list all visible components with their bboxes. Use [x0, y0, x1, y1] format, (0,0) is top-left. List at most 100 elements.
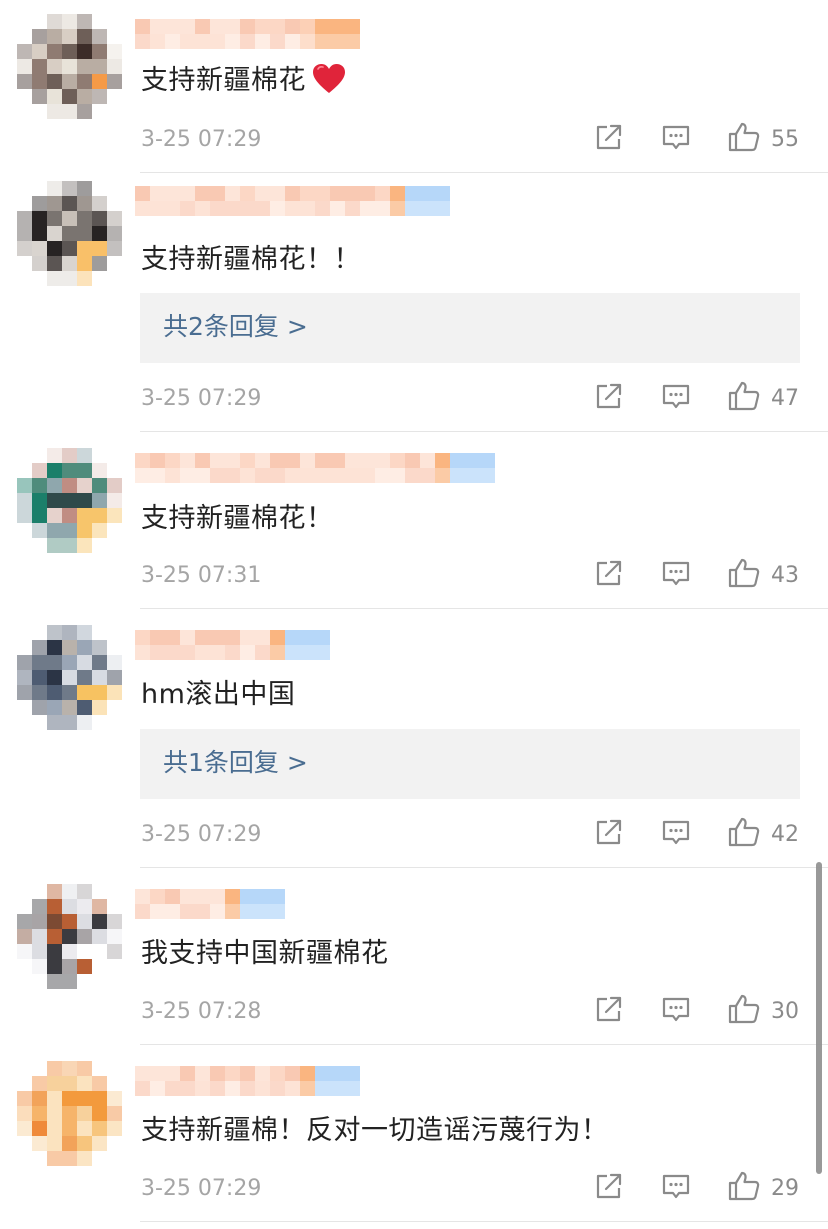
share-icon[interactable] — [593, 121, 625, 153]
comment-text: 支持新疆棉花！ — [141, 501, 334, 537]
username-pixel — [360, 453, 375, 468]
like-count: 29 — [771, 1176, 799, 1201]
username-blurred[interactable] — [135, 1062, 360, 1100]
username-pixel — [255, 645, 270, 660]
username-pixel — [150, 904, 165, 919]
avatar-pixel — [77, 974, 92, 989]
username-pixel — [150, 889, 165, 904]
thumbs-up-icon[interactable] — [727, 380, 761, 412]
comment-icon[interactable] — [660, 816, 692, 848]
username-blurred[interactable] — [135, 182, 450, 220]
replies-box[interactable]: 共2条回复 > — [140, 293, 800, 363]
avatar-pixel — [77, 640, 92, 655]
username-pixel — [375, 453, 390, 468]
avatar-pixel — [17, 685, 32, 700]
username-pixel — [195, 630, 210, 645]
view-replies-link[interactable]: 共1条回复 > — [163, 746, 308, 780]
avatar-pixel — [77, 884, 92, 899]
username-pixel — [240, 453, 255, 468]
avatar-pixel — [62, 1076, 77, 1091]
scrollbar[interactable] — [816, 862, 822, 1174]
username-pixel — [240, 889, 255, 904]
avatar-pixel — [47, 1136, 62, 1151]
username-pixel — [180, 1081, 195, 1096]
comment-meta: 3-25 07:29 29 — [0, 1170, 828, 1210]
username-pixel — [180, 904, 195, 919]
thumbs-up-icon[interactable] — [727, 993, 761, 1025]
username-pixel — [240, 1066, 255, 1081]
username-pixel — [210, 186, 225, 201]
avatar[interactable] — [17, 14, 122, 119]
username-pixel — [315, 19, 330, 34]
avatar[interactable] — [17, 884, 122, 989]
username-pixel — [435, 453, 450, 468]
avatar[interactable] — [17, 448, 122, 553]
share-icon[interactable] — [593, 993, 625, 1025]
avatar-pixel — [32, 59, 47, 74]
thumbs-up-icon[interactable] — [727, 1170, 761, 1202]
comment-icon[interactable] — [660, 1170, 692, 1202]
avatar[interactable] — [17, 625, 122, 730]
avatar-pixel — [32, 899, 47, 914]
username-pixel — [165, 1066, 180, 1081]
username-pixel — [480, 468, 495, 483]
username-pixel — [165, 201, 180, 216]
thumbs-up-icon[interactable] — [727, 121, 761, 153]
avatar-pixel — [32, 959, 47, 974]
comment-icon[interactable] — [660, 557, 692, 589]
username-blurred[interactable] — [135, 626, 330, 664]
share-icon[interactable] — [593, 380, 625, 412]
share-icon[interactable] — [593, 816, 625, 848]
username-pixel — [180, 34, 195, 49]
username-pixel — [255, 186, 270, 201]
share-icon[interactable] — [593, 1170, 625, 1202]
username-pixel — [330, 19, 345, 34]
username-pixel — [315, 201, 330, 216]
avatar-pixel — [32, 523, 47, 538]
username-pixel — [150, 1081, 165, 1096]
username-pixel — [210, 645, 225, 660]
thumbs-up-icon[interactable] — [727, 557, 761, 589]
avatar-pixel — [77, 1091, 92, 1106]
comment-icon[interactable] — [660, 380, 692, 412]
comment-icon[interactable] — [660, 993, 692, 1025]
avatar-pixel — [47, 44, 62, 59]
comment-icon[interactable] — [660, 121, 692, 153]
comment-meta: 3-25 07:29 55 — [0, 121, 828, 161]
username-pixel — [300, 453, 315, 468]
like-count: 55 — [771, 127, 799, 152]
avatar-pixel — [17, 44, 32, 59]
avatar-pixel — [92, 211, 107, 226]
username-pixel — [135, 1081, 150, 1096]
thumbs-up-icon[interactable] — [727, 816, 761, 848]
view-replies-link[interactable]: 共2条回复 > — [163, 310, 308, 344]
share-icon[interactable] — [593, 557, 625, 589]
username-pixel — [435, 201, 450, 216]
avatar-pixel — [92, 640, 107, 655]
username-pixel — [360, 468, 375, 483]
comment-text: 支持新疆棉！反对一切造谣污蔑行为！ — [141, 1113, 609, 1149]
username-pixel — [330, 34, 345, 49]
username-blurred[interactable] — [135, 449, 495, 487]
like-count: 47 — [771, 386, 799, 411]
avatar-pixel — [62, 1091, 77, 1106]
avatar-pixel — [47, 508, 62, 523]
username-blurred[interactable] — [135, 885, 285, 923]
comment-text-content: 支持新疆棉花 — [141, 65, 306, 96]
username-pixel — [345, 186, 360, 201]
username-blurred[interactable] — [135, 15, 360, 53]
replies-box[interactable]: 共1条回复 > — [140, 729, 800, 799]
avatar-pixel — [47, 959, 62, 974]
username-pixel — [300, 630, 315, 645]
username-pixel — [150, 453, 165, 468]
divider — [140, 608, 828, 609]
avatar[interactable] — [17, 1061, 122, 1166]
avatar-pixel — [47, 1061, 62, 1076]
avatar-pixel — [32, 478, 47, 493]
comment-text: 支持新疆棉花 — [141, 63, 346, 99]
username-pixel — [225, 186, 240, 201]
avatar-pixel — [32, 44, 47, 59]
avatar[interactable] — [17, 181, 122, 286]
avatar-pixel — [47, 538, 62, 553]
divider — [140, 1044, 828, 1045]
